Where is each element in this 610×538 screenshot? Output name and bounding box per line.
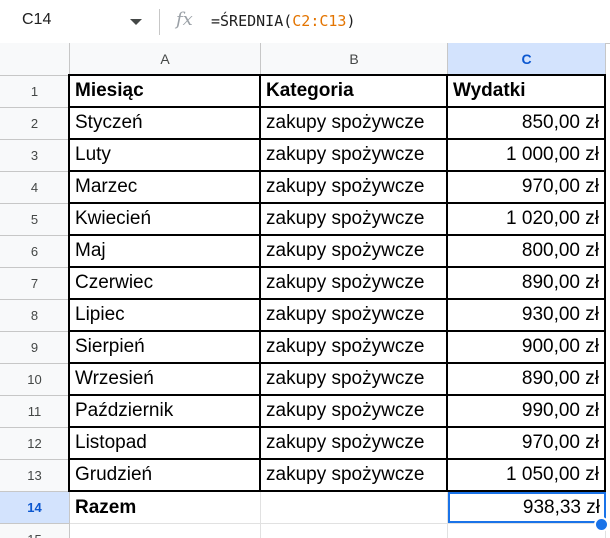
cell-a12[interactable]: Listopad xyxy=(68,428,261,460)
cell-b8[interactable]: zakupy spożywcze xyxy=(261,300,448,332)
row-header[interactable]: 9 xyxy=(0,332,70,364)
cell-b3[interactable]: zakupy spożywcze xyxy=(261,140,448,172)
select-all-corner[interactable] xyxy=(0,43,70,76)
cell-b12[interactable]: zakupy spożywcze xyxy=(261,428,448,460)
cell-a13[interactable]: Grudzień xyxy=(68,460,261,492)
cell-c14[interactable]: 938,33 zł xyxy=(448,492,606,524)
row-header[interactable]: 12 xyxy=(0,428,70,460)
formula-range-ref: C2:C13 xyxy=(292,12,347,30)
column-header-a[interactable]: A xyxy=(70,43,261,76)
row-header[interactable]: 7 xyxy=(0,268,70,300)
cell-a2[interactable]: Styczeń xyxy=(68,108,261,140)
row-header[interactable]: 2 xyxy=(0,108,70,140)
cell-b11[interactable]: zakupy spożywcze xyxy=(261,396,448,428)
cell-a10[interactable]: Wrzesień xyxy=(68,364,261,396)
cell-c8[interactable]: 930,00 zł xyxy=(448,300,606,332)
cell-c7[interactable]: 890,00 zł xyxy=(448,268,606,300)
cell-c13[interactable]: 1 050,00 zł xyxy=(448,460,606,492)
cell-a3[interactable]: Luty xyxy=(68,140,261,172)
row-header[interactable]: 15 xyxy=(0,524,70,538)
cell-a7[interactable]: Czerwiec xyxy=(68,268,261,300)
formula-bar-divider xyxy=(159,9,160,35)
cell-c1[interactable]: Wydatki xyxy=(448,74,606,108)
row-header[interactable]: 3 xyxy=(0,140,70,172)
row-header[interactable]: 8 xyxy=(0,300,70,332)
cell-b2[interactable]: zakupy spożywcze xyxy=(261,108,448,140)
cell-c4[interactable]: 970,00 zł xyxy=(448,172,606,204)
formula-close-paren: ) xyxy=(346,12,356,30)
cell-c5[interactable]: 1 020,00 zł xyxy=(448,204,606,236)
fx-icon: fx xyxy=(176,9,193,30)
formula-input[interactable]: =ŚREDNIA(C2:C13) xyxy=(211,12,356,30)
row-header[interactable]: 5 xyxy=(0,204,70,236)
cell-b5[interactable]: zakupy spożywcze xyxy=(261,204,448,236)
name-box[interactable]: C14 xyxy=(22,11,51,29)
cell-b10[interactable]: zakupy spożywcze xyxy=(261,364,448,396)
cell-b7[interactable]: zakupy spożywcze xyxy=(261,268,448,300)
column-header-b[interactable]: B xyxy=(261,43,448,76)
cell-b14[interactable] xyxy=(261,492,448,524)
cell-c3[interactable]: 1 000,00 zł xyxy=(448,140,606,172)
cell-c9[interactable]: 900,00 zł xyxy=(448,332,606,364)
row-header[interactable]: 4 xyxy=(0,172,70,204)
formula-bar: C14 fx =ŚREDNIA(C2:C13) xyxy=(0,0,610,44)
cell-c10[interactable]: 890,00 zł xyxy=(448,364,606,396)
row-header[interactable]: 10 xyxy=(0,364,70,396)
cell-a1[interactable]: Miesiąc xyxy=(68,74,261,108)
cell-a11[interactable]: Październik xyxy=(68,396,261,428)
cell-a9[interactable]: Sierpień xyxy=(68,332,261,364)
chevron-down-icon[interactable] xyxy=(130,19,142,25)
cell-a6[interactable]: Maj xyxy=(68,236,261,268)
cell-b15[interactable] xyxy=(261,524,448,538)
row-header[interactable]: 14 xyxy=(0,492,70,524)
cell-c6[interactable]: 800,00 zł xyxy=(448,236,606,268)
cell-c11[interactable]: 990,00 zł xyxy=(448,396,606,428)
cell-b4[interactable]: zakupy spożywcze xyxy=(261,172,448,204)
cell-c15[interactable] xyxy=(448,524,606,538)
cell-b13[interactable]: zakupy spożywcze xyxy=(261,460,448,492)
cell-a4[interactable]: Marzec xyxy=(68,172,261,204)
cell-a15[interactable] xyxy=(70,524,261,538)
row-header[interactable]: 11 xyxy=(0,396,70,428)
cell-a8[interactable]: Lipiec xyxy=(68,300,261,332)
cell-b6[interactable]: zakupy spożywcze xyxy=(261,236,448,268)
cell-c2[interactable]: 850,00 zł xyxy=(448,108,606,140)
cell-b1[interactable]: Kategoria xyxy=(261,74,448,108)
row-header[interactable]: 1 xyxy=(0,76,70,108)
column-header-c[interactable]: C xyxy=(448,43,606,76)
cell-a14[interactable]: Razem xyxy=(70,492,261,524)
cell-c12[interactable]: 970,00 zł xyxy=(448,428,606,460)
spreadsheet-grid: A B C 1 Miesiąc Kategoria Wydatki 2 Styczeń za… xyxy=(0,43,610,538)
cell-b9[interactable]: zakupy spożywcze xyxy=(261,332,448,364)
cell-a5[interactable]: Kwiecień xyxy=(68,204,261,236)
row-header[interactable]: 6 xyxy=(0,236,70,268)
formula-function: =ŚREDNIA( xyxy=(211,12,293,30)
row-header[interactable]: 13 xyxy=(0,460,70,492)
fill-handle[interactable] xyxy=(594,517,609,532)
